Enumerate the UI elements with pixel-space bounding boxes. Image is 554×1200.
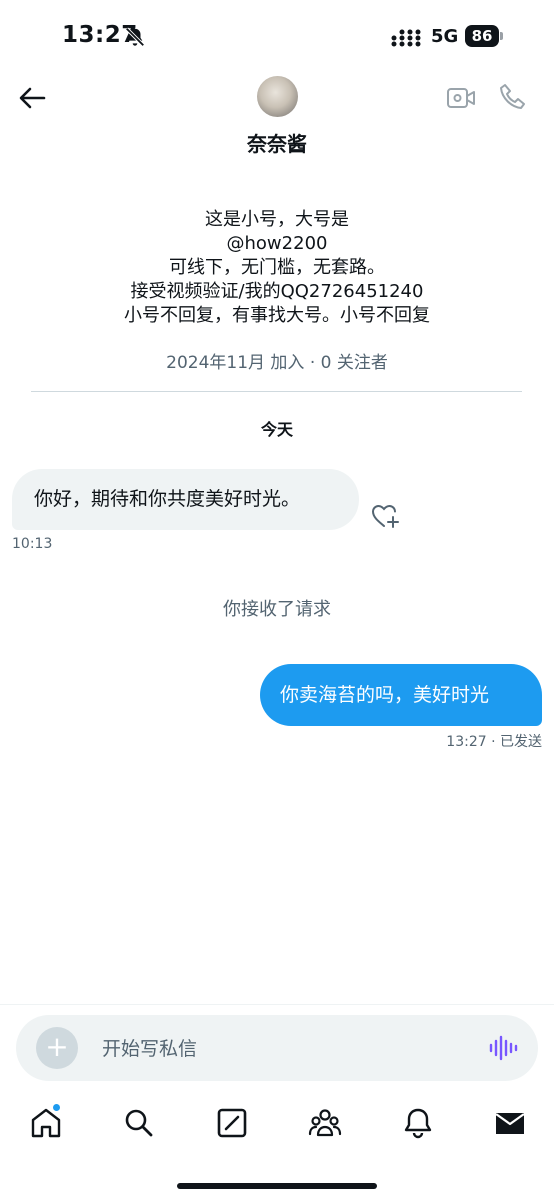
home-icon[interactable]	[29, 1106, 63, 1140]
outgoing-message-bubble[interactable]: 你卖海苔的吗，美好时光	[260, 664, 542, 726]
divider	[0, 1004, 554, 1005]
add-media-button[interactable]: +	[36, 1027, 78, 1069]
plus-icon: +	[45, 1030, 69, 1063]
message-composer: +	[16, 1015, 538, 1081]
voice-message-icon[interactable]	[488, 1035, 518, 1061]
notifications-icon[interactable]	[401, 1106, 435, 1140]
home-notification-dot	[53, 1104, 60, 1111]
battery-level: 86	[465, 25, 499, 47]
messages-icon[interactable]	[493, 1106, 527, 1140]
bio-line: 接受视频验证/我的QQ2726451240	[130, 281, 424, 302]
video-call-icon[interactable]	[446, 86, 476, 110]
network-type: 5G	[431, 26, 459, 47]
contact-name[interactable]: 奈奈酱	[0, 128, 554, 157]
communities-icon[interactable]	[308, 1106, 342, 1140]
system-notice: 你接收了请求	[223, 599, 331, 620]
bio-line: 这是小号，大号是	[205, 209, 349, 230]
bottom-navigation	[0, 1100, 554, 1150]
bell-slash-icon	[125, 27, 145, 47]
message-status: 13:27 · 已发送	[446, 734, 542, 750]
joined-info: 2024年11月 加入 · 0 关注者	[166, 353, 388, 373]
divider	[31, 391, 522, 392]
conversation-header: 奈奈酱	[0, 72, 554, 162]
search-icon[interactable]	[122, 1106, 156, 1140]
grok-icon[interactable]	[215, 1106, 249, 1140]
phone-call-icon[interactable]	[497, 82, 527, 112]
bio-line: 可线下，无门槛，无套路。	[169, 257, 385, 278]
add-reaction-icon[interactable]	[371, 502, 401, 530]
status-bar: 13:27 5G 86	[0, 0, 554, 72]
message-input[interactable]	[100, 1029, 484, 1069]
back-arrow-icon[interactable]	[16, 84, 48, 112]
battery-icon: 86	[465, 25, 503, 47]
date-separator: 今天	[260, 420, 293, 439]
signal-icon	[391, 29, 421, 47]
home-indicator	[177, 1183, 377, 1189]
avatar[interactable]	[257, 76, 298, 117]
message-timestamp: 10:13	[12, 536, 53, 552]
incoming-message-bubble[interactable]: 你好，期待和你共度美好时光。	[12, 469, 359, 530]
bio-line: 小号不回复，有事找大号。小号不回复	[124, 305, 430, 326]
profile-bio: 这是小号，大号是 @how2200 可线下，无门槛，无套路。 接受视频验证/我的…	[0, 208, 554, 328]
bio-line[interactable]: @how2200	[0, 232, 554, 256]
